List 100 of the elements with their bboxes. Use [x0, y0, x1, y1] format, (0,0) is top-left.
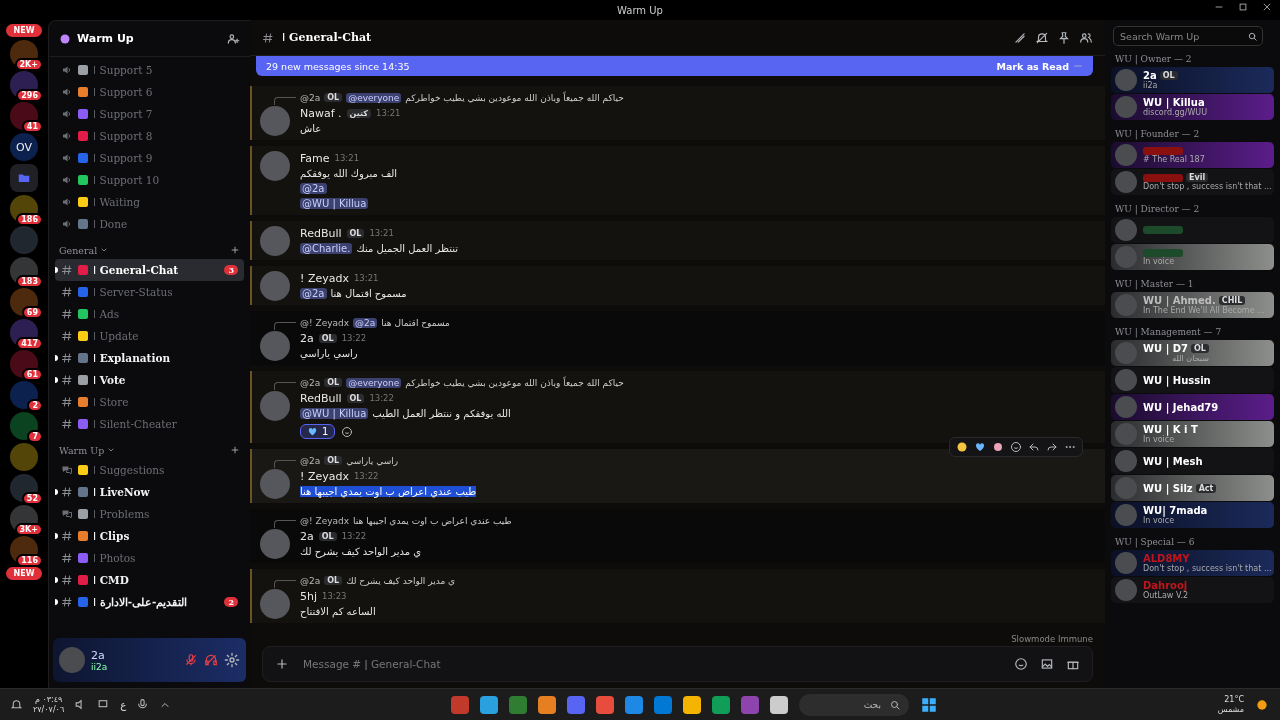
author-name[interactable]: ! Zeyadx [300, 271, 349, 285]
add-channel-icon[interactable] [230, 445, 240, 455]
add-member-icon[interactable] [226, 31, 240, 46]
user-avatar[interactable] [260, 391, 290, 421]
channel-item[interactable]: ǀ Clips [55, 525, 244, 547]
channel-item[interactable]: ǀ Problems [55, 503, 244, 525]
channel-item[interactable]: ǀ Done [55, 213, 244, 235]
member-item[interactable]: WU| 7mada In voice [1111, 502, 1274, 528]
close-icon[interactable] [1262, 2, 1272, 12]
user-avatar[interactable] [260, 106, 290, 136]
member-item[interactable]: WU | Silz Act [1111, 475, 1274, 501]
author-name[interactable]: RedBull [300, 226, 342, 240]
mention-link[interactable]: @everyone [346, 377, 402, 388]
reply-author[interactable]: @2a [300, 575, 321, 586]
member-item[interactable]: 2a OL ii2a [1111, 67, 1274, 93]
channel-item[interactable]: ǀ Support 8 [55, 125, 244, 147]
channel-item[interactable]: ǀ Update [55, 325, 244, 347]
language-indicator[interactable]: ع [120, 699, 127, 710]
member-item[interactable]: WU | Mesh [1111, 448, 1274, 474]
member-item[interactable]: WU | K i T In voice [1111, 421, 1274, 447]
notification-icon[interactable] [10, 698, 23, 711]
taskbar-search-field[interactable]: بحث [832, 698, 883, 711]
reply-author[interactable]: @2a [300, 92, 321, 103]
member-item[interactable]: WU | Hussin [1111, 367, 1274, 393]
reply-icon[interactable] [1028, 441, 1040, 453]
settings-icon[interactable] [224, 652, 240, 668]
reply-author[interactable]: @! Zeyadx [300, 317, 350, 328]
mention-link[interactable]: @everyone [346, 92, 402, 103]
channel-item[interactable]: ǀ Ads [55, 303, 244, 325]
user-avatar[interactable] [260, 271, 290, 301]
author-name[interactable]: 2a [300, 331, 314, 345]
heart-icon[interactable] [974, 441, 986, 453]
channel-item[interactable]: ǀ Server-Status [55, 281, 244, 303]
author-name[interactable]: Nawaf . [300, 106, 342, 120]
add-reaction-icon[interactable] [341, 425, 354, 438]
search-box[interactable]: Search Warm Up [1113, 26, 1263, 46]
notification-off-icon[interactable] [1035, 30, 1049, 45]
member-item[interactable]: WU | Killua discord.gg/WUU [1111, 94, 1274, 120]
emoji-icon[interactable] [1014, 657, 1028, 671]
pin-icon[interactable] [1057, 30, 1071, 45]
new-pill[interactable]: NEW [5, 567, 43, 580]
channel-item[interactable]: ǀ Support 7 [55, 103, 244, 125]
mention-link[interactable]: @WU | Killua [300, 198, 369, 209]
image-icon[interactable] [1040, 657, 1054, 671]
reply-author[interactable]: @2a [300, 377, 321, 388]
mention-link[interactable]: @WU | Killua [300, 408, 369, 419]
channel-item[interactable]: ǀ Store [55, 391, 244, 413]
taskbar-app-icon[interactable] [624, 695, 643, 714]
taskbar-app-icon[interactable] [711, 695, 730, 714]
laughing-emoji-icon[interactable] [956, 441, 968, 453]
microphone-icon[interactable] [184, 653, 198, 667]
microphone-icon[interactable] [136, 698, 150, 711]
user-avatar[interactable] [260, 469, 290, 499]
member-item[interactable]: ALD8MY Don't stop , success isn't that ... [1111, 550, 1274, 576]
mention-link[interactable]: @2a [300, 288, 327, 299]
add-channel-icon[interactable] [230, 245, 240, 255]
forward-icon[interactable] [1046, 441, 1058, 453]
chevron-down-icon[interactable] [100, 246, 109, 254]
user-avatar[interactable] [260, 331, 290, 361]
add-reaction-icon[interactable] [1010, 441, 1022, 453]
mark-as-read-button[interactable]: Mark as Read [996, 60, 1083, 72]
channel-item[interactable]: ǀ Support 10 [55, 169, 244, 191]
author-name[interactable]: ! Zeyadx [300, 469, 349, 483]
member-item[interactable]: # The Real 187 [1111, 142, 1274, 168]
channel-item[interactable]: ǀ LiveNow [55, 481, 244, 503]
taskbar-app-icon[interactable] [479, 695, 498, 714]
start-icon[interactable] [919, 695, 938, 714]
taskbar-app-icon[interactable] [537, 695, 556, 714]
search-field[interactable]: Search Warm Up [1118, 29, 1247, 43]
reply-author[interactable]: @2a [300, 455, 321, 466]
user-avatar[interactable] [260, 151, 290, 181]
member-item[interactable]: In voice [1111, 244, 1274, 270]
new-pill[interactable]: NEW [5, 24, 43, 37]
channel-item[interactable]: ǀ Photos [55, 547, 244, 569]
mention-link[interactable]: @2a [300, 183, 327, 194]
taskbar-app-icon[interactable] [769, 695, 788, 714]
headphones-icon[interactable] [204, 653, 218, 667]
taskbar-app-icon[interactable] [595, 695, 614, 714]
channel-item[interactable]: ǀ Silent-Cheater [55, 413, 244, 435]
user-avatar[interactable] [260, 529, 290, 559]
server-name[interactable]: Warm Up [77, 32, 220, 45]
author-name[interactable]: Fame [300, 151, 330, 165]
channel-item[interactable]: ǀ Vote [55, 369, 244, 391]
message-input[interactable]: Message # ǀ General-Chat [301, 657, 1002, 671]
category-name[interactable]: General [59, 244, 98, 256]
channel-item[interactable]: ǀ Waiting [55, 191, 244, 213]
reaction-button[interactable]: 1 [300, 424, 336, 439]
channel-item[interactable]: ǀ CMD [55, 569, 244, 591]
taskbar-search-box[interactable]: بحث [798, 693, 909, 716]
composer-bar[interactable]: Message # ǀ General-Chat [262, 646, 1093, 682]
channel-item[interactable]: ǀ Support 6 [55, 81, 244, 103]
member-item[interactable]: Evil Don't stop , success isn't that ... [1111, 169, 1274, 195]
author-name[interactable]: 5hj [300, 589, 318, 603]
attach-plus-icon[interactable] [275, 657, 289, 671]
author-name[interactable]: RedBull [300, 391, 342, 405]
mention-link[interactable]: @Charlie. [300, 243, 353, 254]
maximize-icon[interactable] [1238, 2, 1248, 12]
server-folder[interactable] [10, 164, 38, 192]
category-name[interactable]: Warm Up [59, 444, 105, 456]
taskbar-app-icon[interactable] [682, 695, 701, 714]
